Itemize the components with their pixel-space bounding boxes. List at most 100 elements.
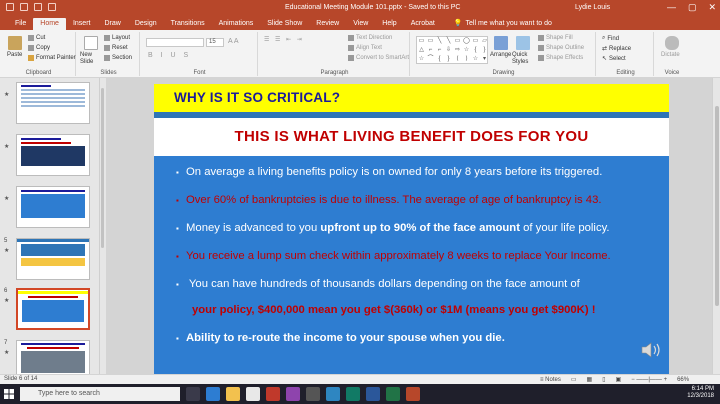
minimize-button[interactable]: — bbox=[667, 2, 676, 13]
slide-scrollbar[interactable] bbox=[712, 78, 720, 374]
bullet-content-box[interactable]: ▪ On average a living benefits policy is … bbox=[154, 156, 669, 374]
netflix-icon[interactable] bbox=[266, 387, 280, 401]
scrollbar-thumb[interactable] bbox=[101, 88, 104, 248]
arrange-icon[interactable] bbox=[494, 36, 508, 50]
font-family-dropdown[interactable] bbox=[146, 38, 204, 47]
tab-home[interactable]: Home bbox=[33, 18, 66, 30]
tab-slide-show[interactable]: Slide Show bbox=[260, 18, 309, 30]
slide-headline[interactable]: THIS IS WHAT LIVING BENEFIT DOES FOR YOU bbox=[154, 128, 669, 145]
user-name[interactable]: Lydie Louis bbox=[575, 4, 610, 11]
tab-draw[interactable]: Draw bbox=[97, 18, 127, 30]
powerpoint-icon[interactable] bbox=[406, 387, 420, 401]
chrome-icon[interactable] bbox=[246, 387, 260, 401]
slide-thumbnail[interactable] bbox=[16, 134, 90, 176]
task-view-icon[interactable] bbox=[186, 387, 200, 401]
close-button[interactable]: ✕ bbox=[708, 2, 716, 13]
slideshow-start-icon[interactable] bbox=[48, 3, 56, 11]
clock-time: 6:14 PM bbox=[691, 386, 714, 392]
new-slide-button[interactable]: New Slide bbox=[80, 52, 104, 66]
app-icon[interactable] bbox=[306, 387, 320, 401]
tab-view[interactable]: View bbox=[346, 18, 375, 30]
tab-review[interactable]: Review bbox=[309, 18, 346, 30]
app-icon[interactable] bbox=[346, 387, 360, 401]
undo-icon[interactable] bbox=[20, 3, 28, 11]
font-grow-shrink-icons[interactable]: A A bbox=[228, 38, 239, 45]
windows-start-icon[interactable] bbox=[4, 389, 14, 399]
slide-question[interactable]: WHY IS IT SO CRITICAL? bbox=[174, 90, 340, 105]
file-explorer-icon[interactable] bbox=[226, 387, 240, 401]
slide-thumbnail[interactable] bbox=[16, 340, 90, 374]
shapes-gallery[interactable]: ▭ ▭ ╲ ╲ ▭ ◯ ▭ ▱ △ ⌐ ⌐ ⇩ ⇨ ☆{} ☆ ⌒{} ⟨ ⟩ ☆ ▾ bbox=[416, 36, 488, 64]
copy-button[interactable]: Copy bbox=[28, 45, 50, 51]
tab-design[interactable]: Design bbox=[128, 18, 164, 30]
group-label-voice: Voice bbox=[664, 70, 680, 76]
thumbnail-row[interactable]: 5 ★ bbox=[0, 238, 99, 290]
text-direction-button[interactable]: Text Direction bbox=[348, 35, 392, 41]
font-size-dropdown[interactable]: 15 bbox=[206, 38, 224, 47]
thumbnail-row[interactable]: 7 ★ bbox=[0, 340, 99, 374]
paste-icon[interactable] bbox=[8, 36, 22, 50]
convert-smartart-button[interactable]: Convert to SmartArt bbox=[348, 55, 409, 61]
word-icon[interactable] bbox=[366, 387, 380, 401]
current-slide[interactable]: WHY IS IT SO CRITICAL? THIS IS WHAT LIVI… bbox=[154, 84, 669, 374]
thumbnail-row[interactable]: ★ bbox=[0, 134, 99, 186]
edge-icon[interactable] bbox=[206, 387, 220, 401]
tell-me-box[interactable]: 💡 Tell me what you want to do bbox=[450, 17, 556, 30]
redo-icon[interactable] bbox=[34, 3, 42, 11]
notes-button[interactable]: ≡ Notes bbox=[540, 377, 561, 383]
tab-help[interactable]: Help bbox=[375, 18, 403, 30]
thumbnail-row[interactable]: ★ bbox=[0, 186, 99, 238]
tab-acrobat[interactable]: Acrobat bbox=[404, 18, 442, 30]
tab-insert[interactable]: Insert bbox=[66, 18, 98, 30]
dictate-button[interactable]: Dictate bbox=[661, 52, 680, 58]
thumbnails-scrollbar[interactable] bbox=[100, 78, 105, 374]
slide-sorter-icon[interactable]: ▦ bbox=[587, 376, 593, 383]
bullet-icon: ▪ bbox=[176, 252, 179, 261]
quick-styles-icon[interactable] bbox=[516, 36, 530, 50]
taskbar-search-box[interactable]: Type here to search bbox=[20, 387, 180, 401]
list-buttons[interactable]: ☰ ☰ ⇤ ⇥ bbox=[264, 36, 304, 43]
reset-button[interactable]: Reset bbox=[104, 45, 128, 51]
select-button[interactable]: ↖ Select bbox=[602, 55, 626, 63]
slide-thumbnail[interactable] bbox=[16, 82, 90, 124]
layout-button[interactable]: Layout bbox=[104, 35, 130, 41]
thumbnail-row[interactable]: 6 ★ bbox=[0, 288, 99, 340]
app-icon[interactable] bbox=[326, 387, 340, 401]
paste-button[interactable]: Paste bbox=[7, 52, 22, 58]
format-painter-button[interactable]: Format Painter bbox=[28, 55, 76, 61]
slide-thumbnail-selected[interactable] bbox=[16, 288, 90, 330]
shape-effects-button[interactable]: Shape Effects bbox=[538, 55, 583, 61]
reading-view-icon[interactable]: ▯ bbox=[602, 376, 605, 383]
tab-transitions[interactable]: Transitions bbox=[164, 18, 212, 30]
section-button[interactable]: Section bbox=[104, 55, 132, 61]
tab-file[interactable]: File bbox=[8, 18, 33, 30]
scrollbar-thumb[interactable] bbox=[715, 106, 719, 306]
arrange-button[interactable]: Arrange bbox=[490, 52, 511, 58]
shape-outline-button[interactable]: Shape Outline bbox=[538, 45, 584, 51]
font-style-buttons[interactable]: B I U S bbox=[148, 52, 191, 59]
replace-button[interactable]: ⇄ Replace bbox=[602, 45, 631, 53]
cut-button[interactable]: Cut bbox=[28, 35, 45, 41]
new-slide-icon[interactable] bbox=[84, 36, 98, 50]
microphone-icon[interactable] bbox=[665, 36, 679, 50]
slideshow-view-icon[interactable]: ▣ bbox=[616, 376, 622, 383]
tab-animations[interactable]: Animations bbox=[212, 18, 261, 30]
slide-thumbnail[interactable] bbox=[16, 238, 90, 280]
align-text-button[interactable]: Align Text bbox=[348, 45, 382, 51]
audio-speaker-icon[interactable] bbox=[640, 342, 662, 358]
slide-thumbnail[interactable] bbox=[16, 186, 90, 228]
bullet-icon: ▪ bbox=[176, 334, 179, 343]
taskbar-apps bbox=[186, 387, 420, 401]
quick-styles-button[interactable]: Quick Styles bbox=[512, 52, 534, 66]
zoom-level[interactable]: 66% bbox=[677, 377, 689, 383]
app-icon[interactable] bbox=[286, 387, 300, 401]
thumbnail-row[interactable]: ★ bbox=[0, 82, 99, 134]
maximize-button[interactable]: ▢ bbox=[688, 2, 697, 13]
find-button[interactable]: ⌕ Find bbox=[602, 35, 619, 42]
zoom-slider[interactable]: − ——|—— + bbox=[631, 377, 667, 383]
save-icon[interactable] bbox=[6, 3, 14, 11]
taskbar-clock[interactable]: 6:14 PM 12/3/2018 bbox=[687, 386, 714, 400]
excel-icon[interactable] bbox=[386, 387, 400, 401]
normal-view-icon[interactable]: ▭ bbox=[571, 376, 577, 383]
shape-fill-button[interactable]: Shape Fill bbox=[538, 35, 573, 41]
